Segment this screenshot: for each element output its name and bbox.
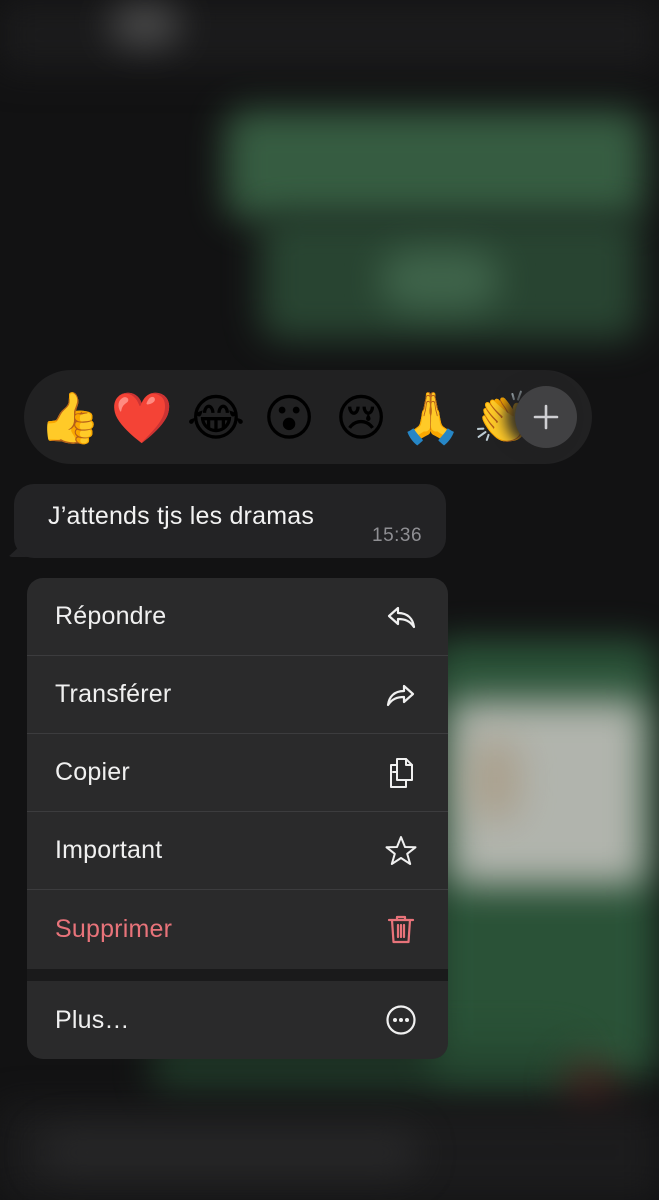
reaction-surprised[interactable]: 😮 <box>259 388 319 448</box>
context-menu: Répondre Transférer Copier Important Sup… <box>27 578 448 1059</box>
blurred-header <box>0 0 659 70</box>
menu-item-label: Important <box>55 836 163 864</box>
menu-item-label: Transférer <box>55 680 172 708</box>
more-reactions-button[interactable] <box>515 386 577 448</box>
menu-item-copy[interactable]: Copier <box>27 734 448 812</box>
blurred-input-field <box>40 1130 420 1175</box>
screen: 👍 ❤️ 😂 😮 😢 🙏 👏 J’attends tjs les dramas … <box>0 0 659 1200</box>
menu-item-delete[interactable]: Supprimer <box>27 890 448 968</box>
menu-item-label: Copier <box>55 758 130 786</box>
menu-item-star[interactable]: Important <box>27 812 448 890</box>
menu-item-more[interactable]: Plus… <box>27 981 448 1059</box>
reaction-laughing[interactable]: 😂 <box>186 388 246 448</box>
blurred-message <box>225 110 645 220</box>
menu-item-reply[interactable]: Répondre <box>27 578 448 656</box>
blurred-image-detail <box>470 740 520 820</box>
trash-icon <box>384 912 418 946</box>
message-time: 15:36 <box>372 525 423 546</box>
menu-separator <box>27 969 448 981</box>
menu-item-label: Plus… <box>55 1005 130 1034</box>
plus-icon <box>531 402 561 432</box>
forward-icon <box>384 678 418 712</box>
reply-icon <box>384 600 418 634</box>
more-icon <box>384 1003 418 1037</box>
message-text: J’attends tjs les dramas <box>48 502 315 530</box>
menu-item-forward[interactable]: Transférer <box>27 656 448 734</box>
star-icon <box>384 834 418 868</box>
menu-item-label: Répondre <box>55 602 167 630</box>
reaction-heart[interactable]: ❤️ <box>111 388 173 448</box>
blurred-message-detail <box>380 250 500 310</box>
reaction-praying[interactable]: 🙏 <box>400 388 462 448</box>
copy-icon <box>384 756 418 790</box>
reaction-bar: 👍 ❤️ 😂 😮 😢 🙏 👏 <box>24 370 592 464</box>
menu-item-label: Supprimer <box>55 914 173 943</box>
blurred-avatar <box>110 5 180 45</box>
reaction-crying[interactable]: 😢 <box>331 388 391 448</box>
reaction-thumbs-up[interactable]: 👍 <box>39 388 101 448</box>
